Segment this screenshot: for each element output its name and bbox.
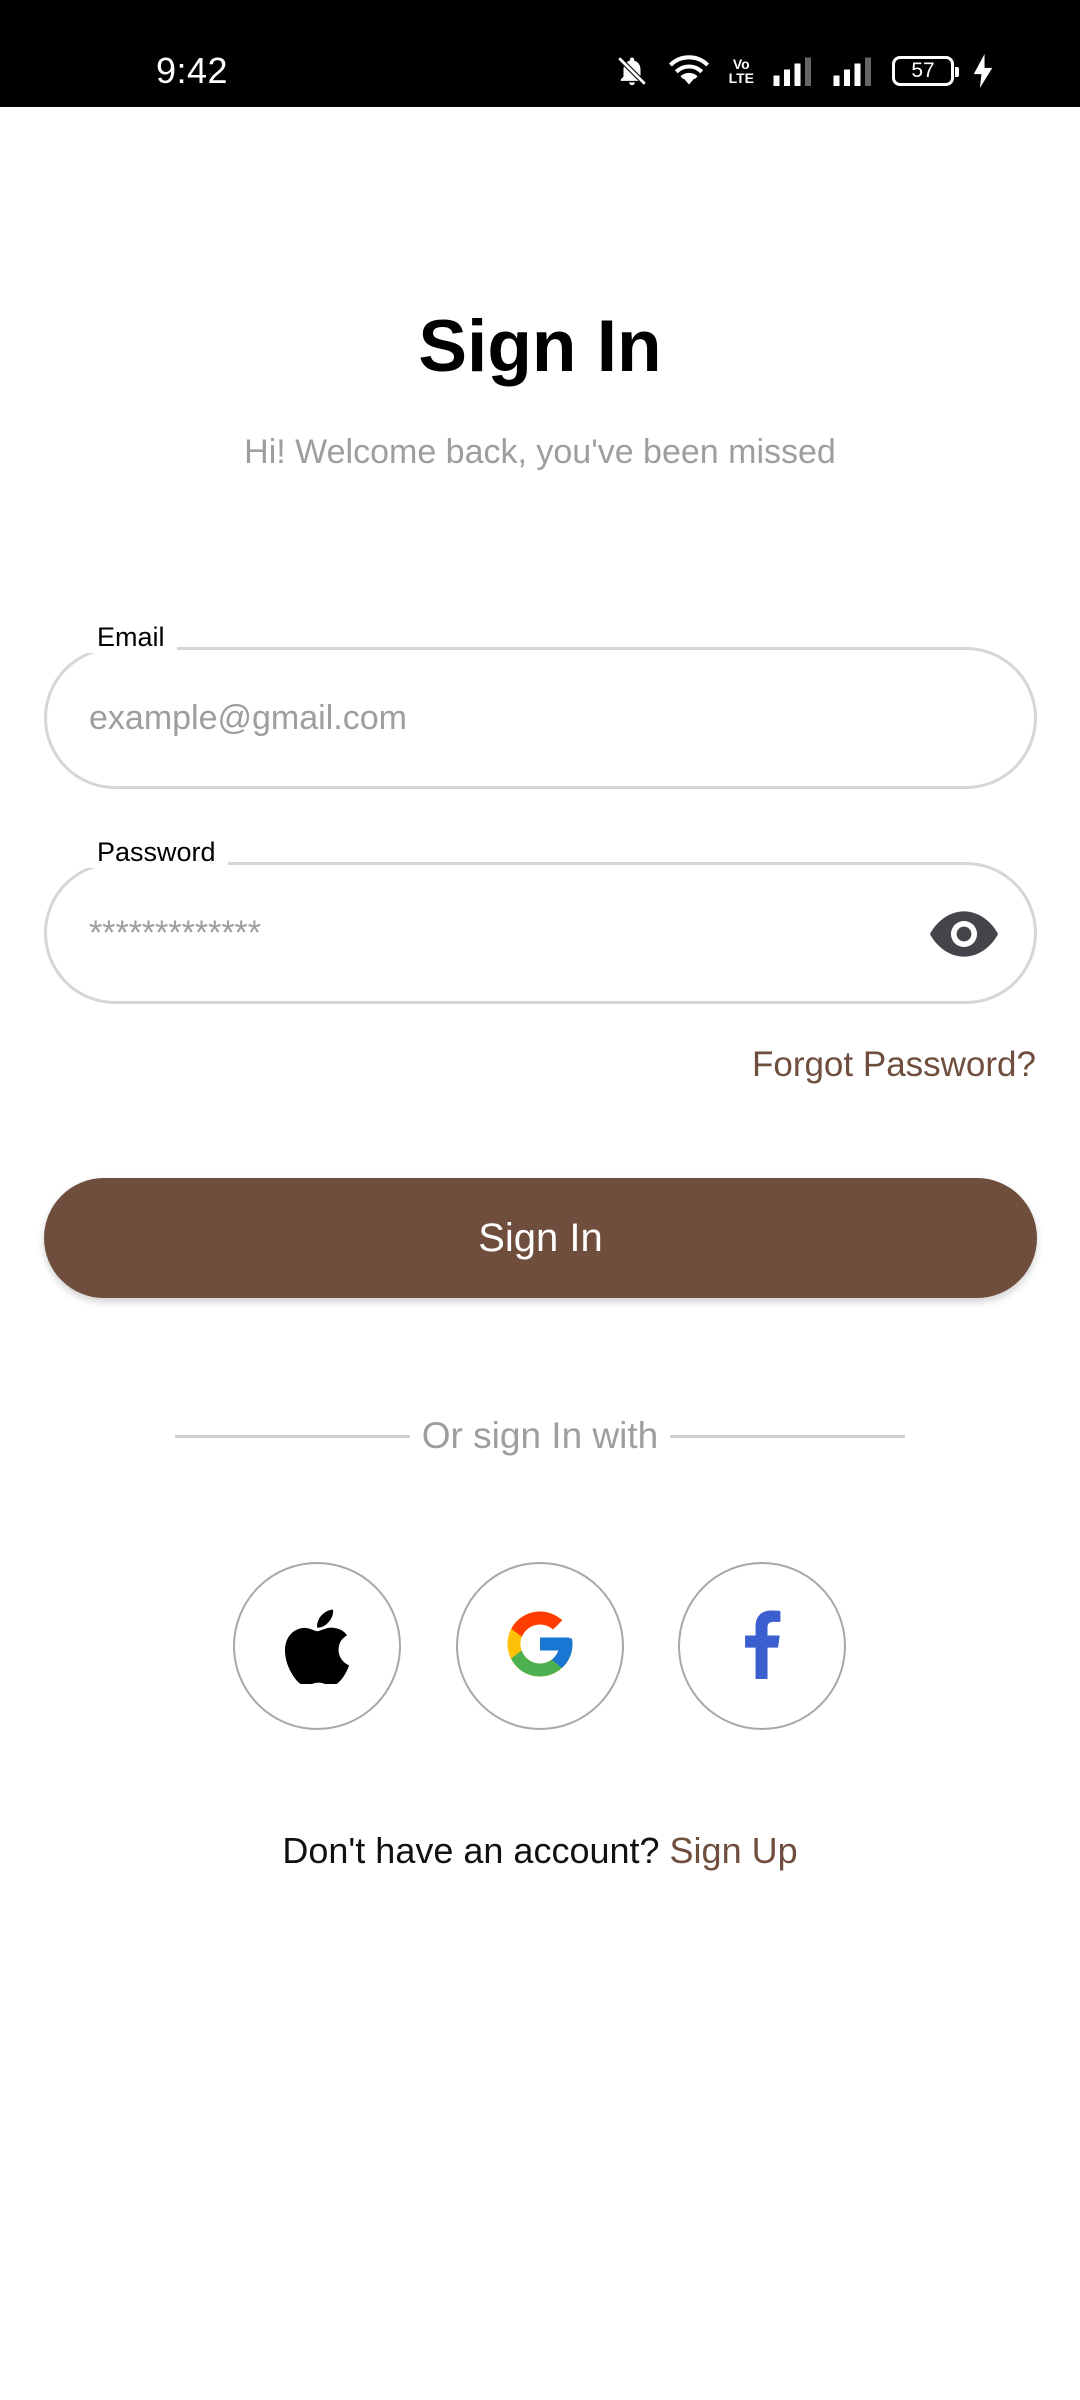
page-title: Sign In <box>418 306 662 387</box>
apple-sign-in-button[interactable] <box>233 1562 401 1730</box>
volte-icon: Vo LTE <box>729 57 754 85</box>
eye-icon[interactable] <box>930 909 998 959</box>
divider-line-left <box>175 1434 410 1438</box>
battery-icon: 57 <box>892 56 959 86</box>
page-subtitle: Hi! Welcome back, you've been missed <box>244 433 836 471</box>
signup-link[interactable]: Sign Up <box>670 1830 798 1871</box>
email-field: Email <box>44 622 1037 789</box>
signup-prompt: Don't have an account? <box>282 1830 670 1871</box>
volte-label-top: Vo <box>732 56 750 72</box>
facebook-icon <box>743 1609 781 1684</box>
wifi-icon <box>667 54 711 88</box>
signal-icon <box>832 55 874 87</box>
signup-row: Don't have an account? Sign Up <box>0 1830 1080 1872</box>
apple-icon <box>283 1604 351 1689</box>
sign-in-button[interactable]: Sign In <box>44 1178 1037 1298</box>
google-icon <box>501 1605 579 1688</box>
email-label: Email <box>85 622 177 653</box>
charging-icon <box>972 54 994 88</box>
battery-level: 57 <box>911 59 935 82</box>
status-bar: 9:42 Vo LTE 57 <box>0 0 1080 107</box>
status-icons: Vo LTE 57 <box>615 50 994 92</box>
signal-icon <box>772 55 814 87</box>
divider-line-right <box>670 1434 906 1438</box>
status-time: 9:42 <box>156 50 229 91</box>
password-label: Password <box>85 837 228 868</box>
email-input[interactable] <box>89 650 889 786</box>
google-sign-in-button[interactable] <box>456 1562 624 1730</box>
forgot-password-link[interactable]: Forgot Password? <box>752 1045 1036 1085</box>
password-input[interactable] <box>89 865 889 1001</box>
divider-text: Or sign In with <box>421 1415 659 1456</box>
social-divider: Or sign In with <box>175 1413 906 1459</box>
facebook-sign-in-button[interactable] <box>678 1562 846 1730</box>
mute-icon <box>615 54 649 88</box>
password-field: Password <box>44 837 1037 1004</box>
volte-label-bottom: LTE <box>728 70 754 86</box>
